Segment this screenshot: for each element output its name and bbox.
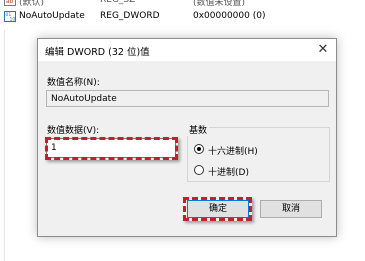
base-group-label: 基数: [187, 123, 210, 136]
value-name-field: NoAutoUpdate: [46, 90, 329, 107]
registry-value-row[interactable]: 01 10 NoAutoUpdate REG_DWORD 0x00000000 …: [0, 10, 365, 24]
value-name: (默认): [19, 0, 45, 8]
svg-text:10: 10: [10, 17, 16, 23]
value-data: 0x00000000 (0): [193, 11, 266, 21]
svg-text:ab: ab: [6, 0, 14, 5]
list-pane-divider: [4, 30, 5, 261]
value-name: NoAutoUpdate: [19, 11, 85, 21]
value-type: REG_DWORD: [100, 11, 160, 21]
annotation-highlight-ok: [183, 197, 252, 221]
radio-unselected-icon[interactable]: [194, 165, 204, 175]
value-data: (数值未设置): [193, 0, 246, 8]
value-name-text: NoAutoUpdate: [51, 94, 117, 104]
cancel-button[interactable]: 取消: [260, 200, 322, 218]
edit-dword-dialog: 编辑 DWORD (32 位)值 ✕ 数值名称(N): NoAutoUpdate…: [37, 38, 337, 237]
registry-string-icon: ab: [4, 0, 16, 6]
registry-value-row[interactable]: ab (默认) REG_SZ (数值未设置): [0, 0, 365, 8]
dialog-titlebar[interactable]: 编辑 DWORD (32 位)值 ✕: [38, 39, 336, 61]
radio-hexadecimal-label: 十六进制(H): [208, 147, 258, 157]
dialog-title: 编辑 DWORD (32 位)值: [45, 47, 150, 58]
registry-binary-icon: 01 10: [4, 11, 16, 22]
value-type: REG_SZ: [100, 0, 136, 5]
annotation-highlight-input: [45, 137, 178, 160]
radio-selected-icon[interactable]: [194, 144, 204, 154]
close-icon[interactable]: ✕: [313, 40, 333, 60]
radio-decimal-label: 十进制(D): [208, 168, 249, 178]
value-data-label: 数值数据(V):: [47, 126, 100, 136]
value-name-label: 数值名称(N):: [47, 78, 100, 88]
